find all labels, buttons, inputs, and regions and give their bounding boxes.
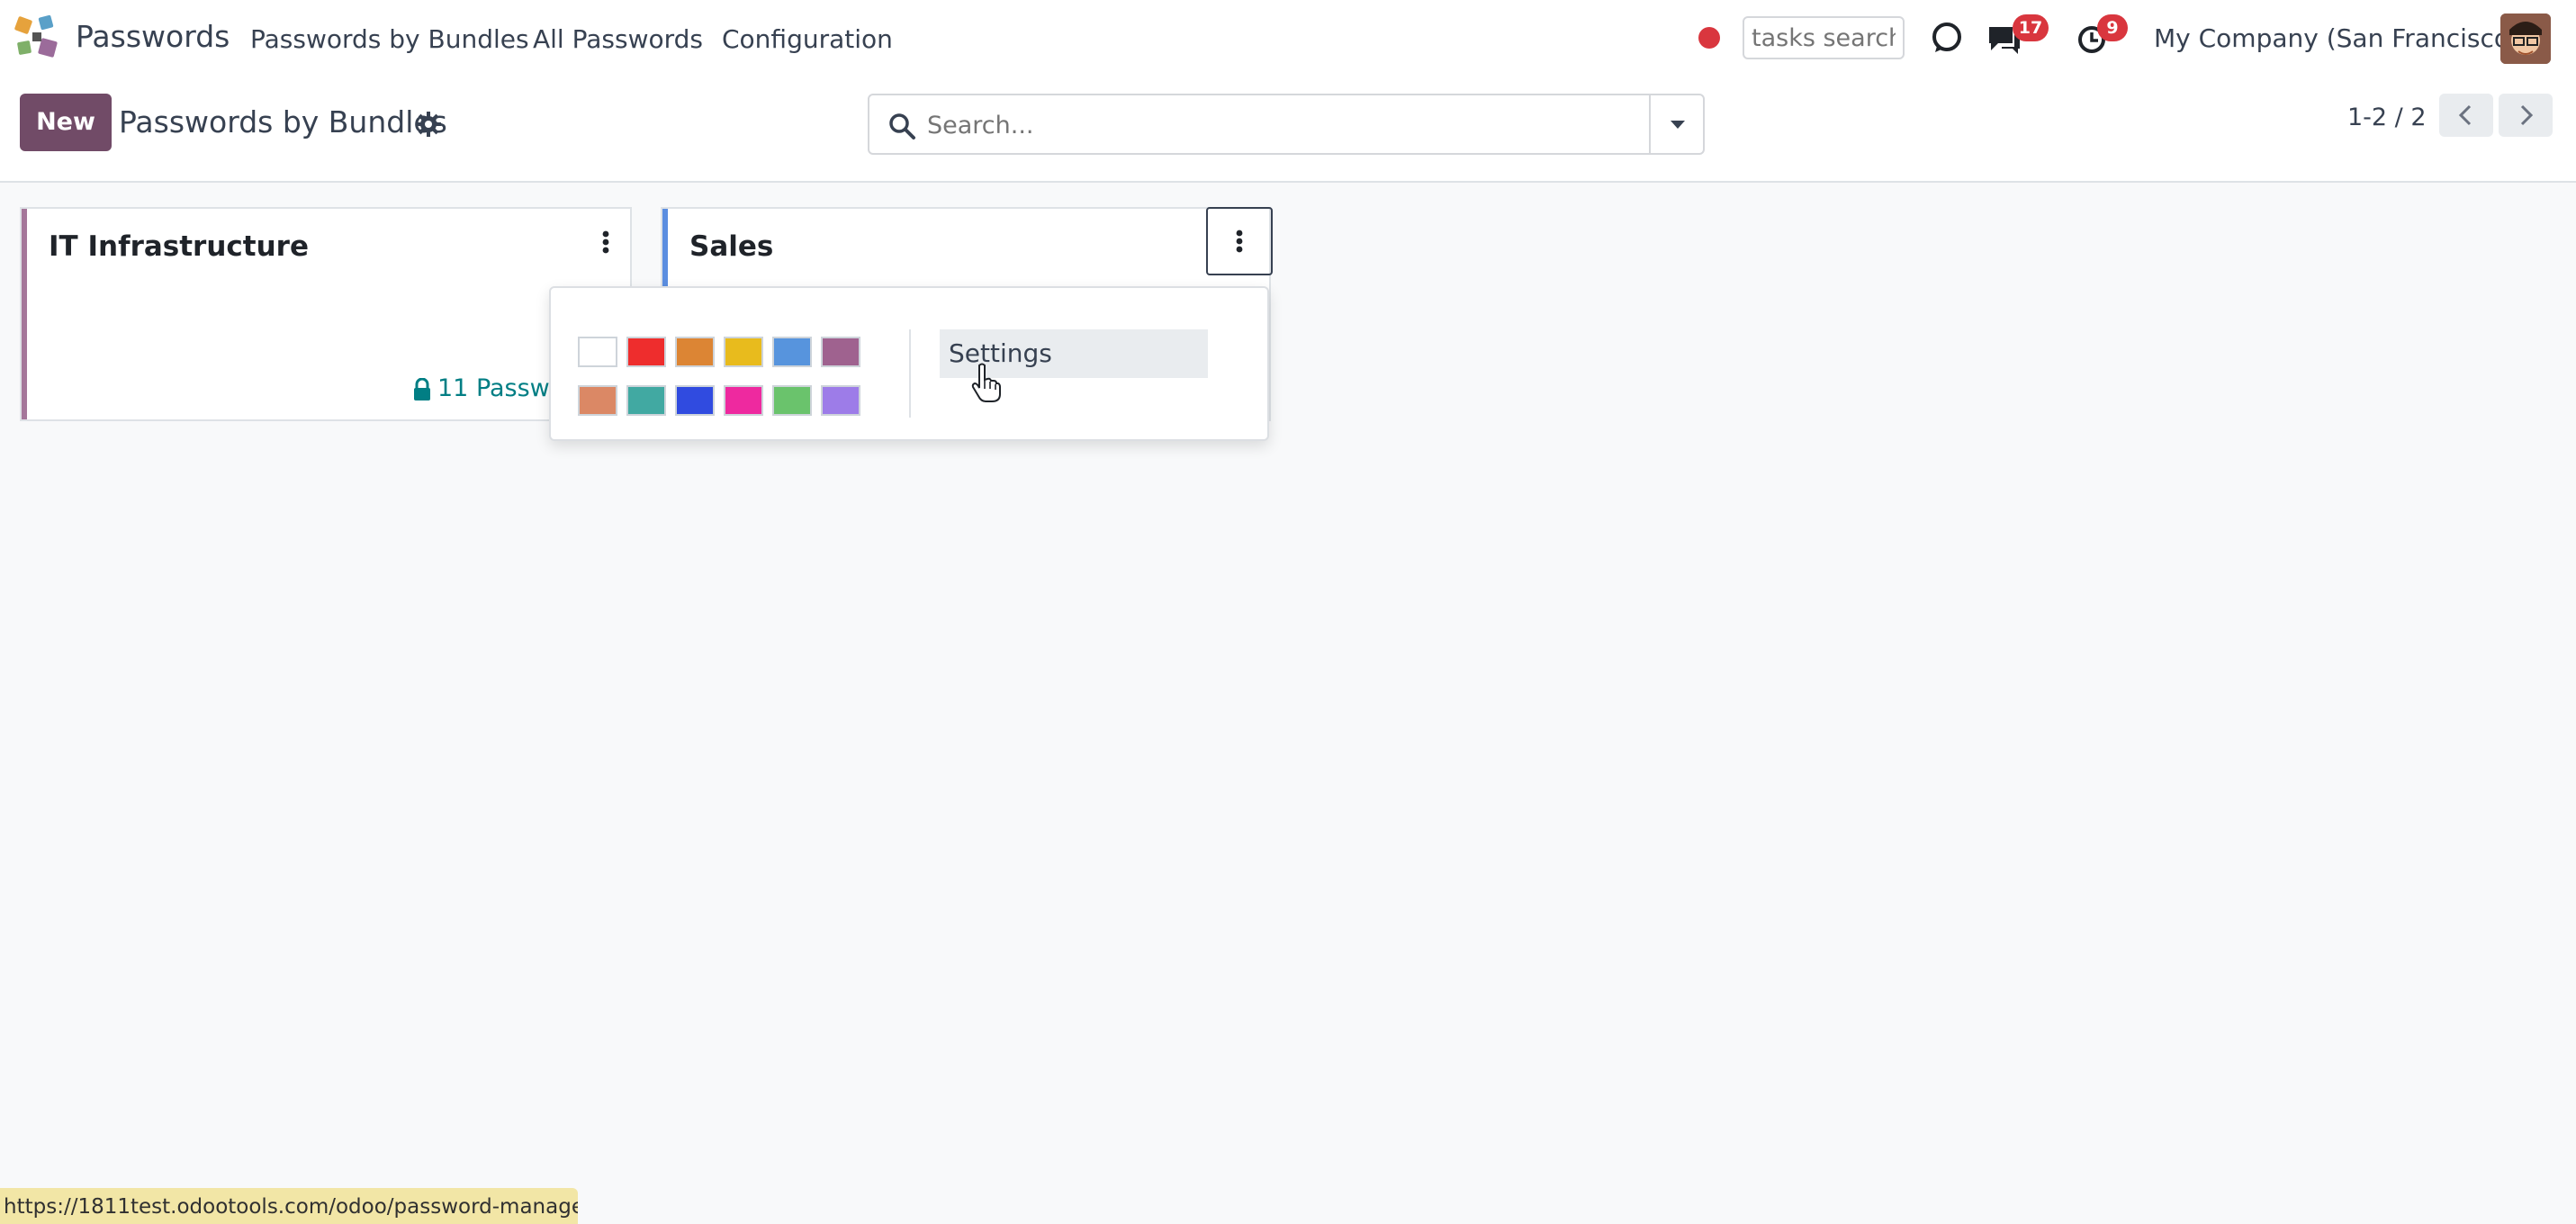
hand-pointer-cursor-icon: [971, 363, 1001, 402]
control-panel: New Passwords by Bundles 1-2 / 2: [0, 77, 2576, 183]
card-dropdown-menu: Settings: [549, 286, 1269, 441]
menu-all-passwords[interactable]: All Passwords: [533, 24, 703, 54]
page-title: Passwords by Bundles: [119, 104, 447, 140]
pager-value[interactable]: 1-2 / 2: [2347, 104, 2427, 131]
chevron-right-icon: [2520, 104, 2534, 126]
search-icon: [889, 113, 915, 140]
lock-icon: [414, 378, 430, 400]
search-options-toggle[interactable]: [1649, 95, 1703, 153]
discuss-bubble-icon[interactable]: [1928, 20, 1964, 56]
user-avatar[interactable]: [2500, 14, 2551, 64]
app-name[interactable]: Passwords: [76, 19, 230, 54]
menu-passwords-by-bundles[interactable]: Passwords by Bundles: [250, 24, 529, 54]
color-swatch[interactable]: [578, 385, 617, 416]
chevron-left-icon: [2458, 104, 2472, 126]
passwords-app-icon[interactable]: [13, 13, 61, 63]
pager-next-button[interactable]: [2499, 94, 2553, 137]
pager-previous-button[interactable]: [2439, 94, 2493, 137]
color-swatch[interactable]: [626, 385, 666, 416]
color-swatch[interactable]: [626, 337, 666, 367]
card-title: Sales: [689, 230, 774, 263]
caret-down-icon: [1671, 121, 1685, 129]
card-password-count[interactable]: 11 Passwo: [437, 374, 564, 402]
search-input[interactable]: [927, 108, 1602, 142]
color-swatch[interactable]: [724, 337, 763, 367]
color-swatch[interactable]: [772, 385, 812, 416]
card-color-accent: [22, 209, 27, 419]
color-swatch[interactable]: [675, 385, 715, 416]
messages-badge: 17: [2013, 14, 2049, 41]
kebab-menu-icon: [602, 230, 609, 254]
dropdown-divider: [909, 329, 911, 418]
color-swatch[interactable]: [578, 337, 617, 367]
card-dropdown-toggle[interactable]: [583, 220, 628, 265]
color-swatch[interactable]: [772, 337, 812, 367]
avatar-face-icon: [2500, 14, 2551, 64]
card-title: IT Infrastructure: [49, 230, 309, 263]
activities-badge: 9: [2097, 14, 2128, 41]
color-swatch[interactable]: [821, 337, 860, 367]
company-switcher[interactable]: My Company (San Francisco): [2154, 23, 2519, 53]
recording-status-dot[interactable]: [1698, 27, 1720, 49]
kebab-menu-icon: [1236, 230, 1243, 253]
menu-configuration[interactable]: Configuration: [722, 24, 893, 54]
new-button[interactable]: New: [20, 94, 112, 151]
search-bar: [868, 94, 1705, 155]
card-dropdown-toggle[interactable]: [1206, 207, 1273, 275]
color-swatch[interactable]: [821, 385, 860, 416]
kanban-card-it-infrastructure[interactable]: IT Infrastructure 11 Passwo: [20, 207, 632, 421]
color-swatch[interactable]: [724, 385, 763, 416]
tasks-search-input[interactable]: [1743, 16, 1905, 59]
color-swatch[interactable]: [675, 337, 715, 367]
status-bar-url: https://1811test.odootools.com/odoo/pass…: [0, 1188, 578, 1224]
top-navbar: Passwords Passwords by Bundles All Passw…: [0, 0, 2576, 77]
gear-icon[interactable]: [416, 112, 441, 137]
